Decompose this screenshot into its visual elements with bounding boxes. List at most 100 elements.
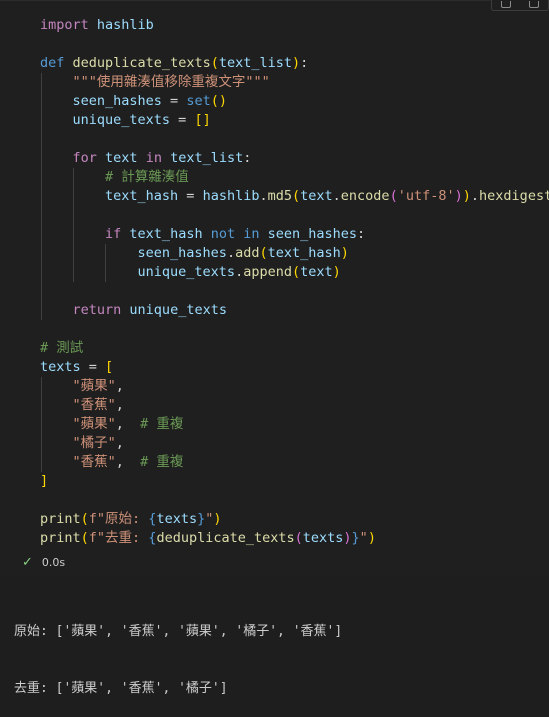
code-line: text_hash = hashlib.md5(text.encode('utf… (40, 187, 549, 206)
code-token: print (40, 530, 81, 546)
code-line: import hashlib (40, 16, 549, 35)
code-token: "橘子" (72, 435, 116, 451)
code-token: hexdigest (479, 188, 549, 204)
output-line: 原始: ['蘋果', '香蕉', '蘋果', '橘子', '香蕉'] (14, 624, 343, 639)
code-token: """使用雜湊值移除重複文字""" (72, 74, 270, 90)
code-token: hashlib (88, 17, 154, 33)
code-token: text_list (161, 150, 244, 166)
code-line: "蘋果", (40, 377, 549, 396)
code-token: = (178, 188, 203, 204)
code-line: "香蕉", # 重複 (40, 453, 549, 472)
code-token: not (210, 226, 236, 242)
code-token: ( (80, 511, 89, 527)
code-line: "香蕉", (40, 396, 549, 415)
code-token: if (105, 226, 122, 242)
execute-above-icon[interactable] (501, 0, 511, 8)
code-line: if text_hash not in seen_hashes: (40, 225, 549, 244)
code-token: seen_hashes (259, 226, 358, 242)
code-token: ) (332, 264, 341, 280)
code-line: unique_texts.append(text) (40, 263, 549, 282)
code-token: = (80, 359, 106, 375)
code-editor[interactable]: import hashlib def deduplicate_texts(tex… (40, 16, 549, 548)
code-token: texts (302, 530, 344, 546)
cell-output: 原始: ['蘋果', '香蕉', '蘋果', '橘子', '香蕉'] 去重: [… (14, 584, 342, 717)
code-token: . (235, 264, 244, 280)
code-line: "蘋果", # 重複 (40, 415, 549, 434)
code-token: , (115, 435, 124, 451)
code-token: f"原始: (88, 511, 149, 527)
code-token: ) (367, 530, 376, 546)
code-token: unique_texts (40, 112, 171, 128)
code-line: return unique_texts (40, 301, 549, 320)
code-token: = (170, 112, 195, 128)
code-token: texts (40, 359, 81, 375)
execution-duration: 0.0s (41, 556, 66, 569)
cell-toolbar[interactable] (491, 0, 549, 11)
code-token: = (161, 93, 187, 109)
code-token: print (40, 511, 81, 527)
code-token: text_list (218, 55, 292, 71)
code-token: , (115, 454, 141, 470)
code-token: deduplicate_texts (72, 55, 211, 71)
code-token: [] (194, 112, 211, 128)
code-token: text (300, 264, 333, 280)
code-token: text_hash (121, 226, 211, 242)
code-token: in (243, 226, 260, 242)
code-line: texts = [ (40, 358, 549, 377)
code-token: ( (389, 188, 398, 204)
code-token: } (351, 530, 360, 546)
code-token: : (300, 55, 309, 71)
code-token: ) (454, 188, 463, 204)
code-token: in (145, 150, 162, 166)
code-token: set (186, 93, 211, 109)
code-token: ( (259, 245, 268, 261)
code-token: text_hash (267, 245, 341, 261)
output-line: 去重: ['蘋果', '香蕉', '橘子'] (14, 681, 228, 696)
code-token: , (115, 378, 124, 394)
code-line: print(f"原始: {texts}") (40, 510, 549, 529)
more-actions-icon[interactable] (529, 0, 539, 8)
code-token: , (115, 416, 141, 432)
code-token: append (243, 264, 292, 280)
code-token: "香蕉" (72, 454, 116, 470)
code-token: add (235, 245, 260, 261)
code-token: "蘋果" (72, 378, 116, 394)
code-token: ( (210, 55, 219, 71)
code-token: . (470, 188, 480, 204)
code-line: def deduplicate_texts(text_list): (40, 54, 549, 73)
code-token: hashlib (202, 188, 260, 204)
code-line: seen_hashes.add(text_hash) (40, 244, 549, 263)
code-token: [ (105, 359, 114, 375)
code-token: ) (292, 55, 301, 71)
code-token: for (72, 150, 97, 166)
code-token: encode (340, 188, 390, 204)
code-token: # 重複 (140, 416, 184, 432)
code-token: . (332, 188, 341, 204)
code-token: ( (294, 530, 303, 546)
code-token: md5 (267, 188, 292, 204)
code-token: ) (213, 511, 222, 527)
code-token: # 計算雜湊值 (105, 169, 189, 185)
code-token: import (40, 17, 89, 33)
code-token: ( (292, 188, 301, 204)
code-cell[interactable]: import hashlib def deduplicate_texts(tex… (0, 0, 549, 575)
code-token: # 重複 (140, 454, 184, 470)
code-token: text_hash (40, 188, 179, 204)
code-token: "蘋果" (72, 416, 116, 432)
code-token: unique_texts (40, 264, 236, 280)
execution-status: ✓ 0.0s (22, 556, 66, 570)
code-token: text (300, 188, 333, 204)
code-line: seen_hashes = set() (40, 92, 549, 111)
code-line: # 計算雜湊值 (40, 168, 549, 187)
